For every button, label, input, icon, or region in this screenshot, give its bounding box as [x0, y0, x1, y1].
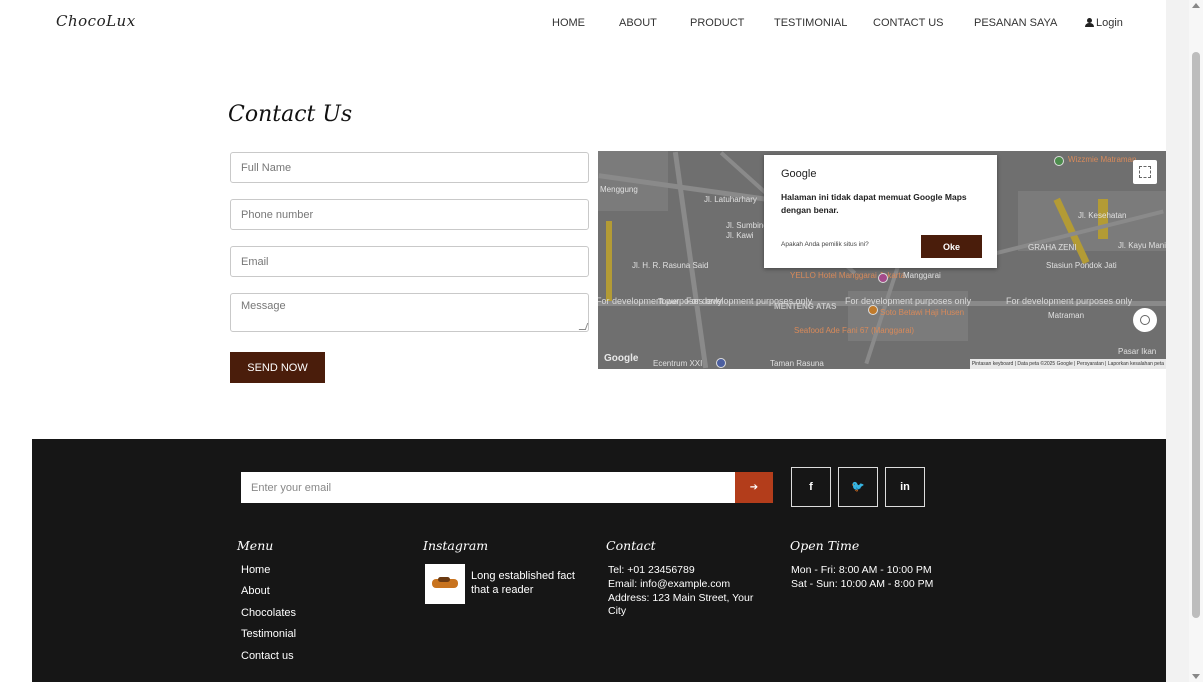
dev-notice: For development purposes only — [686, 296, 813, 306]
footer: ➔ f 🐦 in Menu Home About Chocolates Test… — [32, 439, 1166, 682]
pan-control-icon[interactable] — [1133, 308, 1157, 332]
owner-question-link[interactable]: Apakah Anda pemilik situs ini? — [781, 241, 869, 248]
dev-notice: For development purposes only — [1006, 296, 1133, 306]
nav-login[interactable]: Login — [1085, 17, 1123, 29]
ok-button[interactable]: Oke — [921, 235, 982, 258]
map-label: Ecentrum XXI — [653, 359, 703, 368]
map-label: Jl. Kesehatan — [1078, 211, 1127, 220]
main-nav: HOME ABOUT PRODUCT TESTIMONIAL CONTACT U… — [0, 17, 1166, 33]
nav-contact-us[interactable]: CONTACT US — [873, 17, 944, 29]
map-pin-icon — [878, 273, 888, 283]
google-brand: Google — [781, 168, 817, 180]
header: ChocoLux HOME ABOUT PRODUCT TESTIMONIAL … — [0, 0, 1166, 46]
facebook-icon[interactable]: f — [791, 467, 831, 507]
map-label: Jl. H. R. Rasuna Said — [632, 261, 709, 270]
contact-title: Contact Us — [228, 102, 353, 127]
nav-pesanan-saya[interactable]: PESANAN SAYA — [974, 17, 1057, 29]
phone-input[interactable] — [230, 199, 589, 230]
open-time-heading: Open Time — [790, 538, 860, 553]
map-pin-icon — [1054, 156, 1064, 166]
user-icon — [1085, 18, 1094, 27]
map-label: Stasiun Pondok Jati — [1046, 261, 1117, 270]
nav-about[interactable]: ABOUT — [619, 17, 657, 29]
page-scrollbar[interactable] — [1189, 0, 1203, 682]
scroll-up-icon[interactable] — [1192, 3, 1200, 8]
map-label: Jl. Kawi — [726, 231, 754, 240]
contact-address: Address: 123 Main Street, Your City — [608, 592, 754, 617]
dev-notice: For development purposes only — [845, 296, 972, 306]
map-label: Jl. Latuharhary — [704, 195, 757, 204]
contact-heading: Contact — [606, 538, 656, 553]
map-label: Pasar Ikan — [1118, 347, 1157, 356]
map-attribution[interactable]: Pintasan keyboard | Data peta ©2025 Goog… — [969, 359, 1166, 369]
hours-weekend: Sat - Sun: 10:00 AM - 8:00 PM — [791, 578, 934, 590]
map-label: Wizzmie Matraman — [1068, 155, 1137, 164]
map-label: GRAHA ZENI — [1028, 243, 1077, 252]
map-label: Soto Betawi Haji Husen — [880, 308, 965, 317]
google-map[interactable]: Menggung Jl. Latuharhary Jl. Sumbing Jl.… — [598, 151, 1166, 369]
map-label: Menggung — [600, 185, 638, 194]
map-label: Matraman — [1048, 311, 1085, 320]
nav-product[interactable]: PRODUCT — [690, 17, 744, 29]
menu-heading: Menu — [237, 538, 274, 553]
map-label: Jl. Kayu Manis — [1118, 241, 1166, 250]
map-pin-icon — [868, 305, 878, 315]
instagram-caption: Long established fact that a reader — [471, 570, 575, 596]
twitter-icon[interactable]: 🐦 — [838, 467, 878, 507]
hours-weekday: Mon - Fri: 8:00 AM - 10:00 PM — [791, 564, 932, 576]
contact-tel: Tel: +01 23456789 — [608, 564, 695, 576]
page: ChocoLux HOME ABOUT PRODUCT TESTIMONIAL … — [0, 0, 1166, 682]
nav-home[interactable]: HOME — [552, 17, 585, 29]
footer-link-contact[interactable]: Contact us — [241, 650, 294, 662]
scrollbar-thumb[interactable] — [1192, 52, 1200, 618]
subscribe-email-input[interactable] — [241, 472, 735, 503]
map-error-message: Halaman ini tidak dapat memuat Google Ma… — [781, 192, 967, 215]
scroll-down-icon[interactable] — [1192, 674, 1200, 679]
full-name-input[interactable] — [230, 152, 589, 183]
contact-email: Email: info@example.com — [608, 578, 731, 590]
instagram-thumbnail[interactable] — [425, 564, 465, 604]
footer-link-testimonial[interactable]: Testimonial — [241, 628, 296, 640]
map-label: Manggarai — [903, 271, 941, 280]
fullscreen-icon[interactable] — [1133, 160, 1157, 184]
footer-link-home[interactable]: Home — [241, 564, 270, 576]
message-textarea[interactable] — [230, 293, 589, 332]
map-label: Seafood Ade Fani 67 (Manggarai) — [794, 326, 915, 335]
map-label: Taman Rasuna — [770, 359, 824, 368]
send-now-button[interactable]: SEND NOW — [230, 352, 325, 383]
footer-link-chocolates[interactable]: Chocolates — [241, 607, 296, 619]
map-pin-icon — [716, 358, 726, 368]
map-label: Jl. Sumbing — [726, 221, 768, 230]
login-label: Login — [1096, 17, 1123, 29]
nav-testimonial[interactable]: TESTIMONIAL — [774, 17, 847, 29]
instagram-heading: Instagram — [423, 538, 489, 553]
footer-link-about[interactable]: About — [241, 585, 270, 597]
google-logo[interactable]: Google — [604, 353, 638, 364]
linkedin-icon[interactable]: in — [885, 467, 925, 507]
subscribe-arrow-button[interactable]: ➔ — [735, 472, 773, 503]
email-input[interactable] — [230, 246, 589, 277]
map-error-dialog: Google Halaman ini tidak dapat memuat Go… — [764, 155, 997, 268]
